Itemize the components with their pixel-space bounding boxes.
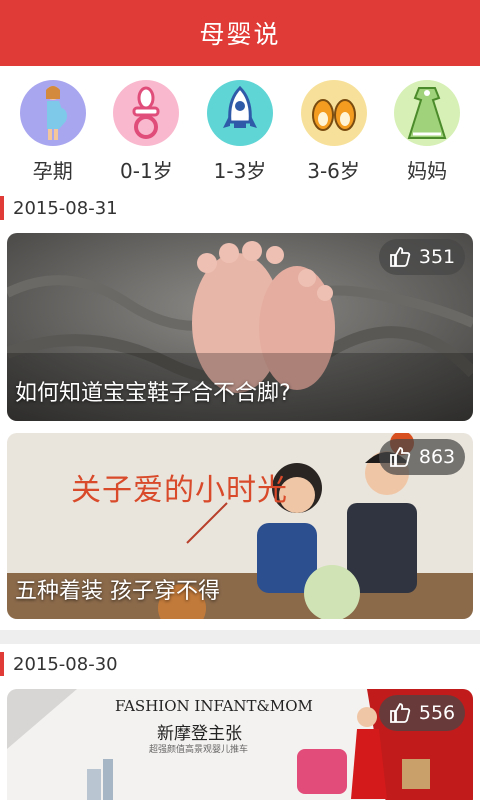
rocket-icon: [206, 80, 273, 146]
dress-icon: [394, 80, 461, 146]
category-0-1[interactable]: 0-1岁: [106, 80, 186, 190]
category-label: 1-3岁: [213, 159, 267, 183]
section-divider: [0, 630, 480, 644]
category-mom[interactable]: 妈妈: [387, 80, 467, 190]
article-card[interactable]: FASHION INFANT&MOM 新摩登主张 超强颜值高景观婴儿推车 556: [7, 689, 473, 800]
category-1-3[interactable]: 1-3岁: [200, 80, 280, 190]
category-3-6[interactable]: 3-6岁: [294, 80, 374, 190]
like-count: 351: [418, 246, 456, 268]
like-button[interactable]: 556: [379, 695, 465, 731]
banner-title: FASHION INFANT&MOM: [115, 697, 313, 715]
date-text: 2015-08-30: [13, 653, 118, 675]
section-date: 2015-08-31: [0, 195, 118, 221]
like-button[interactable]: 351: [379, 239, 465, 275]
date-text: 2015-08-31: [13, 197, 118, 219]
like-count: 863: [418, 446, 456, 468]
banner-subtitle: 新摩登主张: [157, 724, 242, 744]
page-title: 母婴说: [199, 20, 281, 49]
category-label: 妈妈: [407, 159, 448, 183]
app-header: 母婴说: [0, 0, 480, 66]
thumbs-up-icon: [389, 447, 411, 467]
date-accent-bar: [0, 196, 4, 220]
baby-shoes-icon: [300, 80, 367, 146]
category-pregnancy[interactable]: 孕期: [13, 80, 93, 190]
category-label: 0-1岁: [120, 159, 173, 183]
category-bar: 孕期 0-1岁 1-3岁 3-6岁 妈妈: [0, 66, 480, 190]
category-label: 3-6岁: [307, 159, 360, 183]
category-label: 孕期: [32, 159, 73, 183]
article-card[interactable]: 关子爱的小时光 863 五种着装 孩子穿不得: [7, 433, 473, 619]
card-caption: 五种着装 孩子穿不得: [15, 579, 220, 604]
pacifier-icon: [113, 80, 180, 146]
thumbs-up-icon: [389, 703, 411, 723]
like-count: 556: [418, 702, 456, 724]
section-date: 2015-08-30: [0, 651, 118, 677]
banner-small-text: 超强颜值高景观婴儿推车: [149, 745, 249, 755]
card-caption: 如何知道宝宝鞋子合不合脚?: [15, 381, 291, 406]
thumbs-up-icon: [389, 247, 411, 267]
art-title: 关子爱的小时光: [71, 473, 288, 508]
pregnant-woman-icon: [19, 80, 86, 146]
like-button[interactable]: 863: [379, 439, 465, 475]
article-card[interactable]: 351 如何知道宝宝鞋子合不合脚?: [7, 233, 473, 421]
date-accent-bar: [0, 652, 4, 676]
